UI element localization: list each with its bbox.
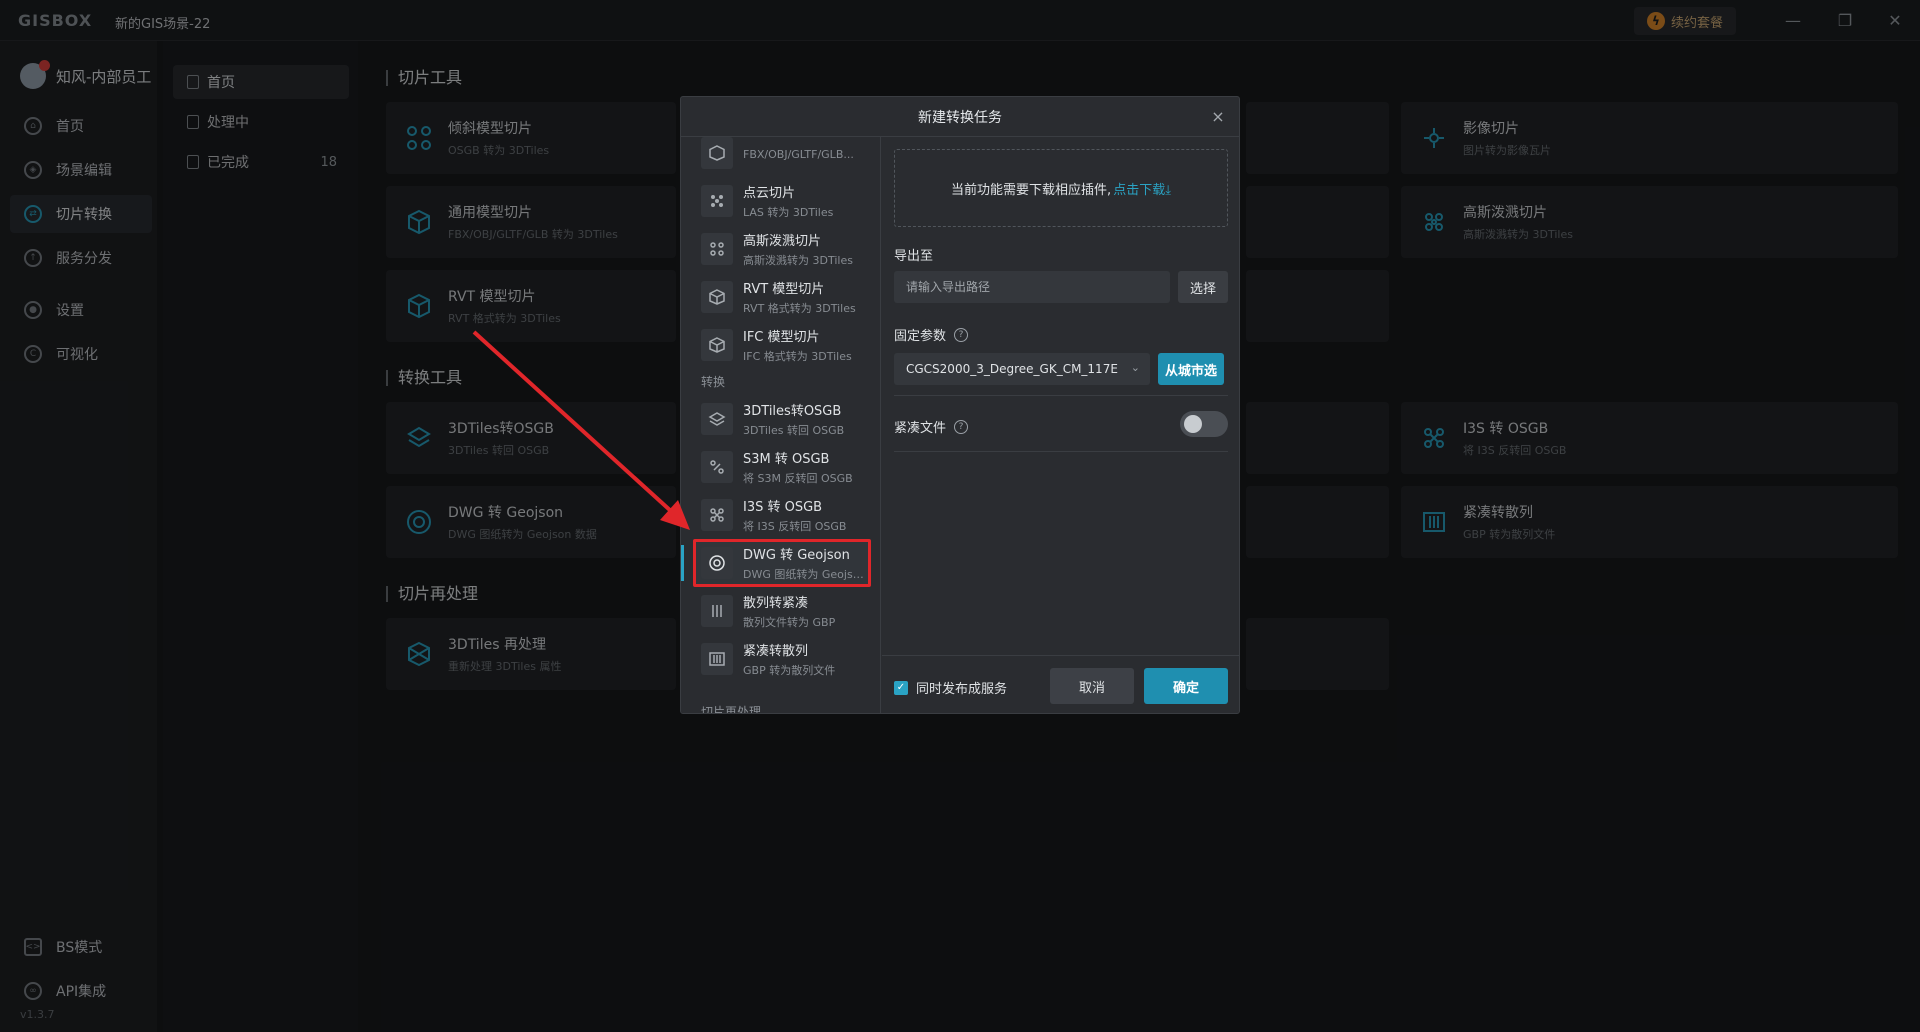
compact-label: 紧凑文件 ?	[894, 417, 969, 436]
item-subtitle: 高斯泼溅转为 3DTiles	[743, 254, 853, 267]
list-item-gaussian[interactable]: 高斯泼溅切片高斯泼溅转为 3DTiles	[695, 227, 871, 271]
checkmark-icon: ✓	[894, 680, 908, 695]
item-title: IFC 模型切片	[743, 330, 820, 345]
group-label-reprocess: 切片再处理	[701, 705, 762, 714]
new-task-modal: 新建转换任务 × FBX/OBJ/GLTF/GLB... 点云切片 LAS 转为 …	[680, 96, 1240, 714]
modal-header: 新建转换任务 ×	[681, 97, 1239, 137]
chevron-down-icon: ⌄	[1130, 361, 1140, 374]
select-city-button[interactable]: 从城市选	[1158, 353, 1224, 385]
publish-checkbox[interactable]: ✓ 同时发布成服务	[894, 678, 1007, 697]
item-subtitle: 将 I3S 反转回 OSGB	[743, 520, 847, 533]
list-item-rvt[interactable]: RVT 模型切片 RVT 格式转为 3DTiles	[695, 275, 871, 319]
compact-label-text: 紧凑文件	[894, 421, 947, 436]
item-subtitle: 将 S3M 反转回 OSGB	[743, 472, 853, 485]
help-icon[interactable]: ?	[954, 327, 969, 342]
item-title: 3DTiles转OSGB	[743, 404, 842, 419]
compact-toggle[interactable]	[1180, 411, 1228, 437]
item-title: S3M 转 OSGB	[743, 452, 830, 467]
selected-indicator	[681, 545, 684, 581]
bars-icon	[701, 643, 733, 675]
item-subtitle: GBP 转为散列文件	[743, 664, 836, 677]
task-type-list[interactable]: FBX/OBJ/GLTF/GLB... 点云切片 LAS 转为 3DTiles 高…	[681, 137, 881, 714]
help-icon[interactable]: ?	[954, 419, 969, 434]
pointcloud-icon	[701, 185, 733, 217]
list-item-pointcloud[interactable]: 点云切片 LAS 转为 3DTiles	[695, 179, 871, 223]
crs-dropdown[interactable]: CGCS2000_3_Degree_GK_CM_117E ⌄	[894, 353, 1150, 385]
list-item-i3s-osgb[interactable]: I3S 转 OSGB 将 I3S 反转回 OSGB	[695, 493, 871, 537]
item-subtitle: 3DTiles 转回 OSGB	[743, 424, 845, 437]
list-item-hash-to-compact[interactable]: 散列转紧凑散列文件转为 GBP	[695, 589, 871, 633]
item-title: 点云切片	[743, 186, 796, 201]
cube-icon	[701, 329, 733, 361]
params-label-text: 固定参数	[894, 329, 947, 344]
i3s-icon	[701, 499, 733, 531]
cancel-button[interactable]: 取消	[1050, 668, 1134, 704]
modal-title: 新建转换任务	[918, 109, 1002, 126]
list-item-compact-to-hash[interactable]: 紧凑转散列 GBP 转为散列文件	[695, 637, 871, 681]
item-title: 紧凑转散列	[743, 644, 809, 659]
list-item-s3m-osgb[interactable]: S3M 转 OSGB 将 S3M 反转回 OSGB	[695, 445, 871, 489]
export-label: 导出至	[894, 245, 933, 264]
item-title: 散列转紧凑	[743, 596, 809, 611]
plugin-notice-text: 当前功能需要下载相应插件,	[951, 182, 1112, 198]
download-plugin-link[interactable]: 点击下载⤓	[1113, 179, 1171, 198]
list-item-3dtiles-osgb[interactable]: 3DTiles转OSGB 3DTiles 转回 OSGB	[695, 397, 871, 441]
cube-icon	[701, 137, 733, 169]
item-subtitle: FBX/OBJ/GLTF/GLB...	[743, 148, 854, 161]
item-title: 高斯泼溅切片	[743, 234, 822, 249]
divider	[894, 451, 1228, 452]
task-form: 当前功能需要下载相应插件, 点击下载⤓ 导出至 选择 固定参数 ? CGCS20…	[882, 137, 1239, 713]
bars-icon	[701, 595, 733, 627]
crs-value: CGCS2000_3_Degree_GK_CM_117E	[906, 362, 1118, 376]
highlight-box	[693, 539, 871, 587]
confirm-button[interactable]: 确定	[1144, 668, 1228, 704]
group-label-convert: 转换	[701, 375, 726, 389]
list-item-ifc[interactable]: IFC 模型切片 IFC 格式转为 3DTiles	[695, 323, 871, 367]
modal-footer: ✓ 同时发布成服务 取消 确定	[882, 655, 1239, 713]
list-item-generic-slice[interactable]: FBX/OBJ/GLTF/GLB...	[695, 137, 871, 175]
publish-label: 同时发布成服务	[916, 682, 1008, 697]
close-icon[interactable]: ×	[1209, 107, 1227, 126]
layers-icon	[701, 403, 733, 435]
params-label: 固定参数 ?	[894, 325, 969, 344]
s3m-icon	[701, 451, 733, 483]
item-title: RVT 模型切片	[743, 282, 825, 297]
item-title: I3S 转 OSGB	[743, 500, 823, 515]
export-path-input[interactable]	[894, 271, 1170, 303]
cube-icon	[701, 281, 733, 313]
item-subtitle: LAS 转为 3DTiles	[743, 206, 834, 219]
item-subtitle: RVT 格式转为 3DTiles	[743, 302, 856, 315]
gaussian-icon	[701, 233, 733, 265]
plugin-notice: 当前功能需要下载相应插件, 点击下载⤓	[894, 149, 1228, 227]
select-path-button[interactable]: 选择	[1178, 271, 1228, 303]
item-subtitle: 散列文件转为 GBP	[743, 616, 836, 629]
export-label-text: 导出至	[894, 249, 934, 264]
divider	[894, 395, 1228, 396]
item-subtitle: IFC 格式转为 3DTiles	[743, 350, 852, 363]
